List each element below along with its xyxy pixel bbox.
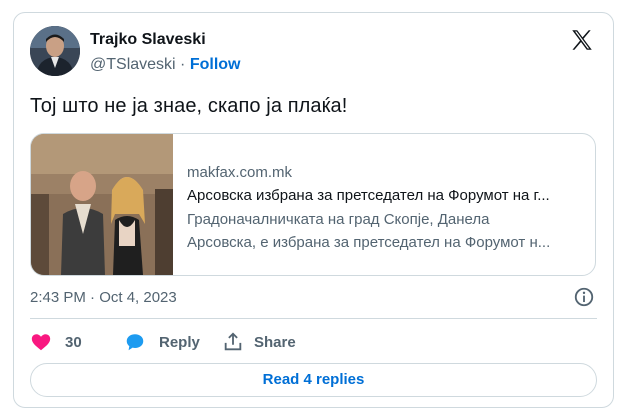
author-handle[interactable]: @TSlaveski (90, 56, 176, 73)
share-button[interactable]: Share (222, 331, 296, 353)
share-label: Share (254, 333, 296, 351)
like-count: 30 (65, 333, 82, 351)
tweet-embed-card: Trajko Slaveski @TSlaveski · Follow Тој … (13, 12, 614, 408)
avatar[interactable] (30, 26, 80, 76)
link-domain: makfax.com.mk (187, 164, 293, 181)
x-logo-icon[interactable] (569, 27, 595, 53)
reply-label: Reply (159, 333, 200, 351)
author-name[interactable]: Trajko Slaveski (90, 31, 206, 49)
link-description-line1: Градоначалничката на град Скопје, Данела (187, 211, 490, 228)
info-icon[interactable] (573, 286, 595, 308)
link-description-line2: Арсовска, е избрана за претседател на Фо… (187, 234, 551, 251)
share-icon (222, 331, 244, 353)
link-title: Арсовска избрана за претседател на Форум… (187, 187, 550, 204)
link-preview-image (31, 134, 173, 275)
divider (30, 318, 597, 319)
like-button[interactable]: 30 (30, 331, 82, 353)
read-replies-button[interactable]: Read 4 replies (30, 363, 597, 397)
author-handle-row: @TSlaveski · Follow (90, 56, 240, 74)
reply-button[interactable]: Reply (124, 331, 200, 353)
tweet-text: Тој што не ја знае, скапо ја плаќа! (30, 95, 348, 117)
follow-button[interactable]: Follow (190, 56, 241, 73)
heart-icon (30, 331, 52, 353)
separator-dot: · (180, 56, 186, 73)
tweet-timestamp[interactable]: 2:43 PM · Oct 4, 2023 (30, 289, 177, 306)
link-preview-card[interactable]: makfax.com.mk Арсовска избрана за претсе… (30, 133, 596, 276)
reply-bubble-icon (124, 331, 146, 353)
